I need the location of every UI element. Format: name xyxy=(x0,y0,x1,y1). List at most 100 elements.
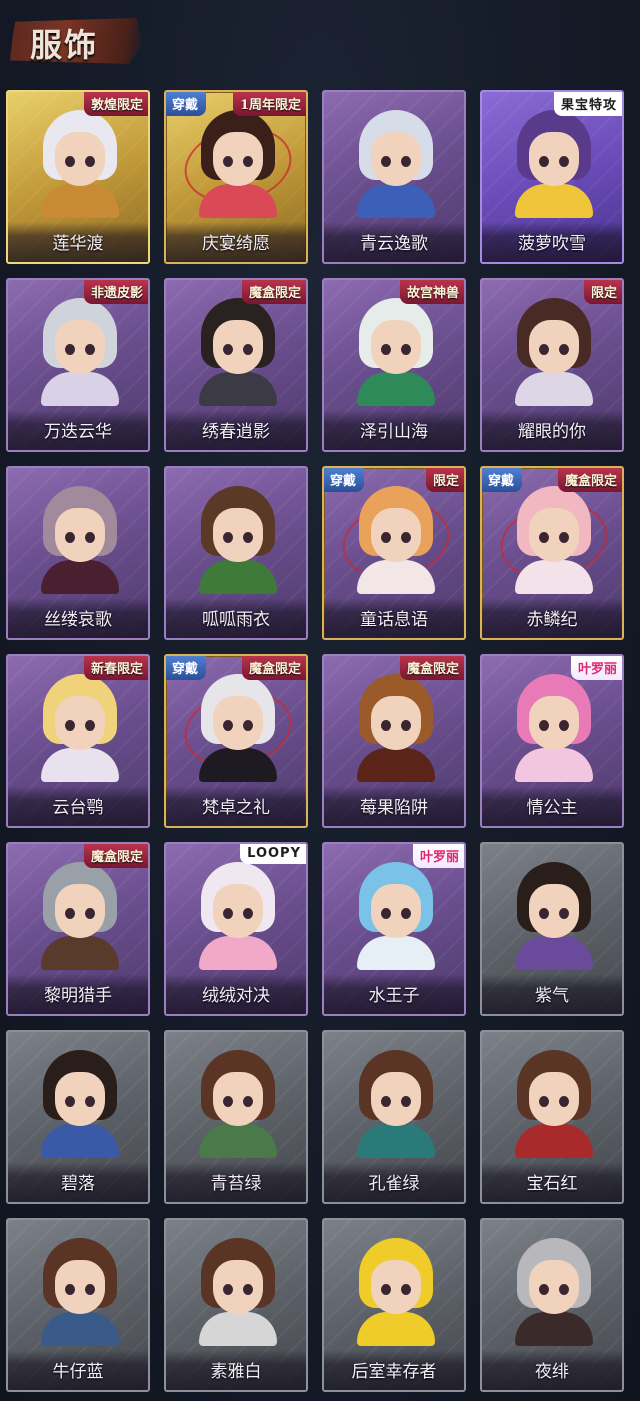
costume-card[interactable]: 后室幸存者 xyxy=(322,1218,466,1392)
portrait-outfit xyxy=(357,1124,435,1158)
costume-card[interactable]: 黎明猎手 魔盒限定 xyxy=(6,842,150,1016)
costume-name: 丝缕哀歌 xyxy=(44,610,112,630)
portrait-face xyxy=(529,508,579,562)
portrait-face xyxy=(529,1260,579,1314)
costume-card[interactable]: 莲华渡 敦煌限定 xyxy=(6,90,150,264)
portrait-eye xyxy=(243,720,253,731)
portrait-eye xyxy=(381,908,391,919)
portrait-face xyxy=(371,1260,421,1314)
costume-card[interactable]: 青云逸歌 xyxy=(322,90,466,264)
costume-card[interactable]: 绒绒对决 LOOPY xyxy=(164,842,308,1016)
character-portrait xyxy=(193,862,283,970)
character-portrait xyxy=(35,862,125,970)
costume-card[interactable]: 菠萝吹雪 果宝特攻 xyxy=(480,90,624,264)
portrait-face xyxy=(529,696,579,750)
portrait-outfit xyxy=(199,560,277,594)
limited-tag-badge: 限定 xyxy=(425,468,464,492)
limited-tag-badge: 魔盒限定 xyxy=(83,844,148,868)
portrait-eye xyxy=(401,1096,411,1107)
character-portrait xyxy=(193,298,283,406)
costume-card[interactable]: 丝缕哀歌 xyxy=(6,466,150,640)
portrait-outfit xyxy=(41,184,119,218)
character-portrait xyxy=(509,298,599,406)
portrait-eye xyxy=(381,720,391,731)
costume-card[interactable]: 夜绯 xyxy=(480,1218,624,1392)
portrait-outfit xyxy=(515,748,593,782)
character-portrait xyxy=(35,674,125,782)
costume-card[interactable]: 宝石红 xyxy=(480,1030,624,1204)
portrait-eye xyxy=(223,344,233,355)
portrait-outfit xyxy=(357,1312,435,1346)
costume-card[interactable]: 梵卓之礼 魔盒限定 穿戴 xyxy=(164,654,308,828)
costume-name: 黎明猎手 xyxy=(44,986,112,1006)
portrait-eye xyxy=(539,908,549,919)
portrait-face xyxy=(529,884,579,938)
portrait-outfit xyxy=(515,1124,593,1158)
costume-card[interactable]: 万迭云华 非遗皮影 xyxy=(6,278,150,452)
costume-card[interactable]: 牛仔蓝 xyxy=(6,1218,150,1392)
portrait-eye xyxy=(381,156,391,167)
character-portrait xyxy=(351,674,441,782)
portrait-eye xyxy=(85,908,95,919)
costume-card[interactable]: 孔雀绿 xyxy=(322,1030,466,1204)
costume-name: 赤鳞纪 xyxy=(526,610,578,630)
limited-tag-badge: 新春限定 xyxy=(83,656,148,680)
portrait-face xyxy=(213,696,263,750)
character-portrait xyxy=(509,486,599,594)
portrait-face xyxy=(213,320,263,374)
portrait-eye xyxy=(65,1096,75,1107)
character-portrait xyxy=(193,1050,283,1158)
costume-card[interactable]: 呱呱雨衣 xyxy=(164,466,308,640)
portrait-eye xyxy=(559,720,569,731)
costume-card[interactable]: 泽引山海 故宫神兽 xyxy=(322,278,466,452)
limited-tag-badge: 敦煌限定 xyxy=(83,92,148,116)
portrait-eye xyxy=(381,1284,391,1295)
limited-tag-badge: 果宝特攻 xyxy=(553,92,622,116)
costume-card[interactable]: 云台鹗 新春限定 xyxy=(6,654,150,828)
costume-card[interactable]: 赤鳞纪 魔盒限定 穿戴 xyxy=(480,466,624,640)
portrait-eye xyxy=(223,532,233,543)
character-portrait xyxy=(35,486,125,594)
portrait-face xyxy=(529,1072,579,1126)
costume-name: 水王子 xyxy=(368,986,420,1006)
portrait-face xyxy=(213,508,263,562)
portrait-outfit xyxy=(357,936,435,970)
portrait-eye xyxy=(85,344,95,355)
character-portrait xyxy=(351,1238,441,1346)
costume-name: 青苔绿 xyxy=(210,1174,262,1194)
character-portrait xyxy=(351,862,441,970)
portrait-eye xyxy=(401,1284,411,1295)
costume-card[interactable]: 青苔绿 xyxy=(164,1030,308,1204)
costume-card[interactable]: 碧落 xyxy=(6,1030,150,1204)
portrait-eye xyxy=(401,532,411,543)
portrait-face xyxy=(213,1260,263,1314)
costume-card[interactable]: 庆宴绮愿 1周年限定 穿戴 xyxy=(164,90,308,264)
character-portrait xyxy=(509,110,599,218)
portrait-eye xyxy=(539,1096,549,1107)
costume-card[interactable]: 素雅白 xyxy=(164,1218,308,1392)
equipped-badge: 穿戴 xyxy=(166,92,207,116)
costume-name: 青云逸歌 xyxy=(360,234,428,254)
portrait-outfit xyxy=(357,372,435,406)
costume-name: 庆宴绮愿 xyxy=(202,234,270,254)
costume-card[interactable]: 紫气 xyxy=(480,842,624,1016)
portrait-eye xyxy=(65,532,75,543)
portrait-face xyxy=(55,132,105,186)
portrait-outfit xyxy=(41,1312,119,1346)
portrait-face xyxy=(55,884,105,938)
costume-card[interactable]: 莓果陷阱 魔盒限定 xyxy=(322,654,466,828)
portrait-outfit xyxy=(41,372,119,406)
costume-card[interactable]: 童话息语 限定 穿戴 xyxy=(322,466,466,640)
portrait-eye xyxy=(223,1096,233,1107)
portrait-face xyxy=(371,508,421,562)
portrait-face xyxy=(213,132,263,186)
costume-card[interactable]: 水王子 叶罗丽 xyxy=(322,842,466,1016)
costume-card[interactable]: 情公主 叶罗丽 xyxy=(480,654,624,828)
portrait-eye xyxy=(559,344,569,355)
costume-card[interactable]: 绣春逍影 魔盒限定 xyxy=(164,278,308,452)
costume-name: 云台鹗 xyxy=(52,798,104,818)
costume-name: 耀眼的你 xyxy=(518,422,586,442)
portrait-outfit xyxy=(199,184,277,218)
portrait-outfit xyxy=(515,372,593,406)
costume-card[interactable]: 耀眼的你 限定 xyxy=(480,278,624,452)
